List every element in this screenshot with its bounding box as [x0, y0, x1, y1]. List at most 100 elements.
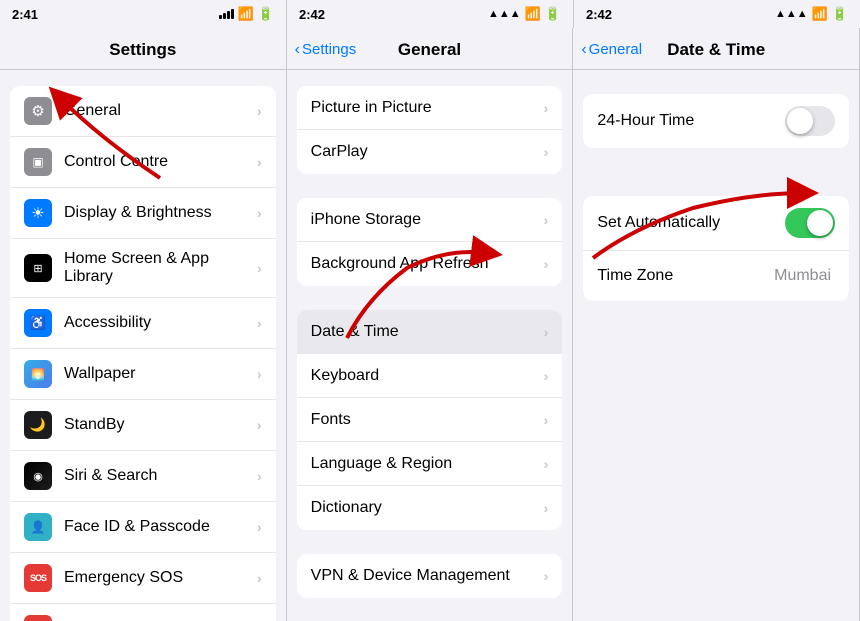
accessibility-chevron: ›	[257, 315, 262, 331]
general-item-iphonestorage[interactable]: iPhone Storage ›	[297, 198, 563, 242]
wallpaper-icon: 🌅	[24, 360, 52, 388]
fonts-chevron: ›	[544, 412, 549, 428]
general-item-pictureinpicture[interactable]: Picture in Picture ›	[297, 86, 563, 130]
standby-chevron: ›	[257, 417, 262, 433]
status-icons-3: ▲▲▲ 📶 🔋	[775, 6, 848, 22]
timezone-value: Mumbai	[774, 267, 831, 285]
general-item-backgroundapp[interactable]: Background App Refresh ›	[297, 242, 563, 286]
24hour-label: 24-Hour Time	[597, 112, 785, 130]
datetime-back-label: General	[589, 41, 642, 58]
general-item-datetime[interactable]: Date & Time ›	[297, 310, 563, 354]
exposure-icon: ⚠	[24, 615, 52, 621]
settings-item-faceid[interactable]: 👤 Face ID & Passcode ›	[10, 502, 276, 553]
langregion-chevron: ›	[544, 456, 549, 472]
general-item-vpn[interactable]: VPN & Device Management ›	[297, 554, 563, 598]
siri-chevron: ›	[257, 468, 262, 484]
general-back-link[interactable]: ‹ Settings	[295, 41, 357, 59]
controlcentre-label: Control Centre	[64, 153, 257, 171]
datetime-label: Date & Time	[311, 323, 544, 341]
settings-item-emergencysos[interactable]: SOS Emergency SOS ›	[10, 553, 276, 604]
general-item-keyboard[interactable]: Keyboard ›	[297, 354, 563, 398]
carplay-chevron: ›	[544, 144, 549, 160]
general-icon: ⚙	[24, 97, 52, 125]
settings-title: Settings	[109, 40, 176, 60]
siri-icon: ◉	[24, 462, 52, 490]
emergencysos-icon: SOS	[24, 564, 52, 592]
pip-chevron: ›	[544, 100, 549, 116]
status-icons-1: 📶 🔋	[219, 6, 274, 22]
datetime-panel-header: ‹ General Date & Time	[573, 28, 859, 70]
dt-back-chevron-icon: ‹	[581, 41, 586, 59]
settings-panel-header: Settings	[0, 28, 286, 70]
datetime-item-setauto: Set Automatically	[583, 196, 849, 251]
datetime-chevron: ›	[544, 324, 549, 340]
setauto-toggle[interactable]	[785, 208, 835, 238]
timezone-label: Time Zone	[597, 267, 774, 285]
general-item-fonts[interactable]: Fonts ›	[297, 398, 563, 442]
status-time-2: 2:42	[299, 7, 325, 22]
settings-item-controlcentre[interactable]: ▣ Control Centre ›	[10, 137, 276, 188]
accessibility-label: Accessibility	[64, 314, 257, 332]
settings-item-standby[interactable]: 🌙 StandBy ›	[10, 400, 276, 451]
emergencysos-chevron: ›	[257, 570, 262, 586]
datetime-back-link[interactable]: ‹ General	[581, 41, 642, 59]
display-label: Display & Brightness	[64, 204, 257, 222]
storage-chevron: ›	[544, 212, 549, 228]
setauto-toggle-knob	[807, 210, 833, 236]
keyboard-chevron: ›	[544, 368, 549, 384]
standby-label: StandBy	[64, 416, 257, 434]
datetime-item-timezone: Time Zone Mumbai	[583, 251, 849, 301]
datetime-title: Date & Time	[667, 40, 765, 60]
24hour-toggle[interactable]	[785, 106, 835, 136]
general-title: General	[398, 40, 461, 60]
dictionary-label: Dictionary	[311, 499, 544, 517]
general-panel: ‹ Settings General Picture in Picture › …	[287, 28, 574, 621]
fonts-label: Fonts	[311, 411, 544, 429]
backgroundapp-label: Background App Refresh	[311, 255, 544, 273]
wallpaper-label: Wallpaper	[64, 365, 257, 383]
homescreen-label: Home Screen & App Library	[64, 250, 257, 286]
general-label: General	[64, 102, 257, 120]
backgroundapp-chevron: ›	[544, 256, 549, 272]
settings-item-general[interactable]: ⚙ General ›	[10, 86, 276, 137]
controlcentre-chevron: ›	[257, 154, 262, 170]
accessibility-icon: ♿	[24, 309, 52, 337]
datetime-panel: ‹ General Date & Time 24-Hour Time	[573, 28, 860, 621]
datetime-item-24hour: 24-Hour Time	[583, 94, 849, 148]
settings-item-exposure[interactable]: ⚠ Exposure Notifications ›	[10, 604, 276, 621]
faceid-chevron: ›	[257, 519, 262, 535]
general-item-dictionary[interactable]: Dictionary ›	[297, 486, 563, 530]
general-item-carplay[interactable]: CarPlay ›	[297, 130, 563, 174]
vpn-chevron: ›	[544, 568, 549, 584]
wallpaper-chevron: ›	[257, 366, 262, 382]
settings-item-display[interactable]: ☀ Display & Brightness ›	[10, 188, 276, 239]
status-icons-2: ▲▲▲ 📶 🔋	[488, 6, 561, 22]
display-icon: ☀	[24, 199, 52, 227]
faceid-label: Face ID & Passcode	[64, 518, 257, 536]
back-chevron-icon: ‹	[295, 41, 300, 59]
general-item-languageregion[interactable]: Language & Region ›	[297, 442, 563, 486]
settings-item-siri[interactable]: ◉ Siri & Search ›	[10, 451, 276, 502]
pip-label: Picture in Picture	[311, 99, 544, 117]
keyboard-label: Keyboard	[311, 367, 544, 385]
langregion-label: Language & Region	[311, 455, 544, 473]
general-back-label: Settings	[302, 41, 356, 58]
carplay-label: CarPlay	[311, 143, 544, 161]
homescreen-chevron: ›	[257, 260, 262, 276]
emergencysos-label: Emergency SOS	[64, 569, 257, 587]
settings-panel: Settings ⚙ General › ▣ Control Centre ›	[0, 28, 287, 621]
settings-item-accessibility[interactable]: ♿ Accessibility ›	[10, 298, 276, 349]
settings-item-homescreen[interactable]: ⊞ Home Screen & App Library ›	[10, 239, 276, 298]
dictionary-chevron: ›	[544, 500, 549, 516]
vpn-label: VPN & Device Management	[311, 567, 544, 585]
general-chevron: ›	[257, 103, 262, 119]
status-time-3: 2:42	[586, 7, 612, 22]
controlcentre-icon: ▣	[24, 148, 52, 176]
settings-item-wallpaper[interactable]: 🌅 Wallpaper ›	[10, 349, 276, 400]
faceid-icon: 👤	[24, 513, 52, 541]
siri-label: Siri & Search	[64, 467, 257, 485]
24hour-toggle-knob	[787, 108, 813, 134]
homescreen-icon: ⊞	[24, 254, 52, 282]
display-chevron: ›	[257, 205, 262, 221]
setauto-label: Set Automatically	[597, 214, 785, 232]
